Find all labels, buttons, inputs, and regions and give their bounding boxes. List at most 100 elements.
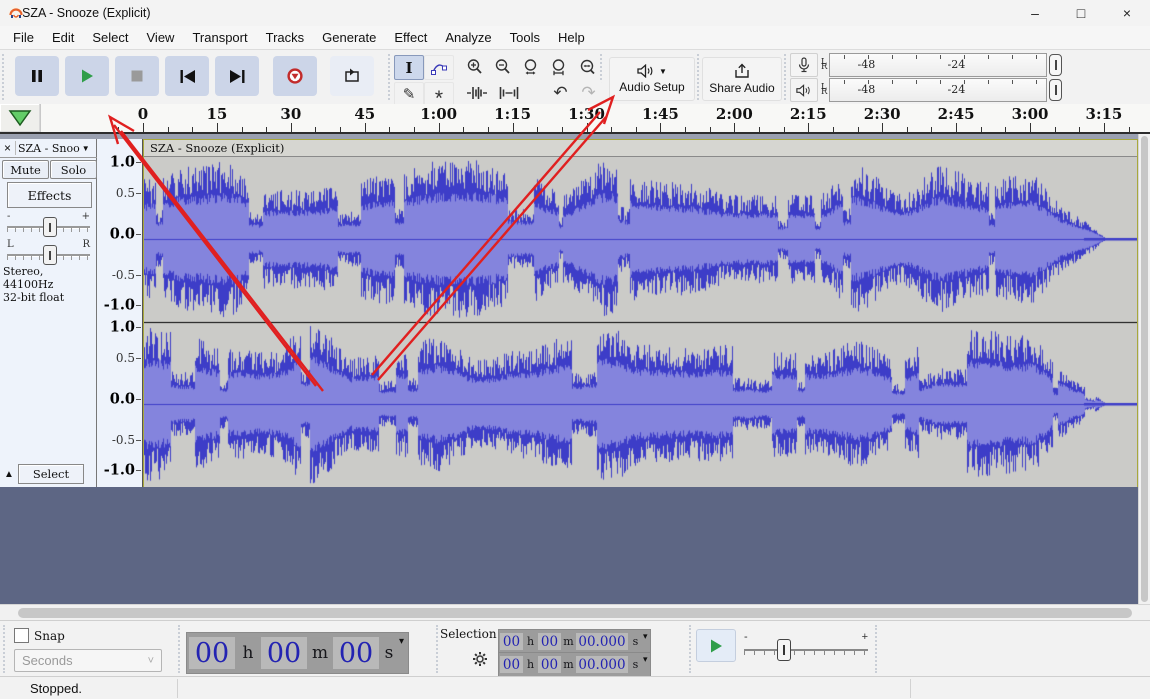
selection-start-field[interactable]: 00 h 00 m 00.000 s ▾ [498,629,651,654]
vertical-scrollbar-thumb[interactable] [1141,136,1148,602]
stop-button[interactable] [115,56,159,96]
fit-project-button[interactable] [573,55,600,78]
sel-start-seconds[interactable]: 00.000 [576,633,628,650]
horizontal-scrollbar[interactable] [0,604,1150,621]
envelope-tool-button[interactable] [424,55,454,80]
mute-button[interactable]: Mute [2,160,49,179]
sel-end-minutes[interactable]: 00 [538,656,561,673]
toolbar-grip[interactable] [784,54,789,100]
play-button[interactable] [65,56,109,96]
playback-meter[interactable]: LR -48 -24 [790,78,1068,102]
close-button[interactable]: × [1104,0,1150,26]
gear-icon[interactable] [472,651,488,667]
position-hours[interactable]: 00 [189,637,235,669]
toolbar-grip[interactable] [689,625,694,673]
playback-meter-bar[interactable]: -48 -24 [829,78,1047,102]
position-seconds[interactable]: 00 [333,637,379,669]
playback-speed-slider[interactable]: -+ [744,631,868,661]
audio-setup-button[interactable]: ▼ Audio Setup [609,57,695,101]
speed-slider-thumb[interactable] [777,639,791,661]
trim-audio-button[interactable] [461,81,492,104]
gain-slider[interactable]: -+ [7,213,90,239]
solo-button[interactable]: Solo [50,160,97,179]
snap-mode-select[interactable]: Seconds ˅ [14,649,162,672]
toolbar-grip[interactable] [388,54,393,100]
ruler-tick [488,127,489,132]
track-depth-label: 32-bit float [3,291,96,304]
clip-title-bar[interactable]: SZA - Snooze (Explicit) [144,140,1137,157]
selection-tool-button[interactable]: I [394,55,424,80]
caret-down-icon[interactable]: ▾ [643,654,648,665]
play-meter-button[interactable] [790,78,818,102]
sel-end-minutes-unit: m [561,656,576,673]
caret-down-icon[interactable]: ▾ [643,631,648,642]
sel-start-minutes[interactable]: 00 [538,633,561,650]
redo-button[interactable]: ↷ [575,81,602,104]
zoom-toggle-button[interactable] [545,55,572,78]
toolbar-grip[interactable] [178,625,183,673]
sel-end-seconds[interactable]: 00.000 [576,656,628,673]
waveform-canvas[interactable] [144,157,1137,487]
recording-meter-bar[interactable]: -48 -24 [829,53,1047,77]
vertical-scrollbar[interactable] [1138,134,1150,604]
scale-label: -1.0 [104,462,135,479]
sel-end-hours[interactable]: 00 [500,656,523,673]
menu-tracks[interactable]: Tracks [257,27,314,48]
menu-select[interactable]: Select [83,27,137,48]
recording-meter-handle[interactable] [1049,54,1062,76]
skip-to-end-button[interactable] [215,56,259,96]
play-at-speed-button[interactable] [696,629,736,662]
menu-view[interactable]: View [138,27,184,48]
collapse-track-button[interactable]: ▲ [0,469,18,480]
zoom-selection-button[interactable] [517,55,544,78]
menu-help[interactable]: Help [549,27,594,48]
pan-slider-thumb[interactable] [43,245,57,265]
selection-end-field[interactable]: 00 h 00 m 00.000 s ▾ [498,652,651,677]
speed-minus-label: - [744,631,748,643]
menu-effect[interactable]: Effect [385,27,436,48]
skip-to-start-button[interactable] [165,56,209,96]
toolbar-grip[interactable] [875,625,880,673]
track-name[interactable]: SZA - Snoo [18,142,80,155]
effects-button[interactable]: Effects [7,182,92,208]
track-menu-caret-icon[interactable]: ▼ [82,144,90,153]
zoom-in-button[interactable] [461,55,488,78]
undo-button[interactable]: ↶ [547,81,574,104]
track-close-button[interactable]: × [0,141,16,155]
position-seconds-unit: s [379,637,399,669]
menu-generate[interactable]: Generate [313,27,385,48]
menu-edit[interactable]: Edit [43,27,83,48]
zoom-out-button[interactable] [489,55,516,78]
toolbar-grip[interactable] [2,54,7,100]
minimize-button[interactable]: – [1012,0,1058,26]
maximize-button[interactable]: □ [1058,0,1104,26]
silence-audio-button[interactable] [493,81,524,104]
menu-transport[interactable]: Transport [183,27,256,48]
snap-checkbox[interactable] [14,628,29,643]
timeline-ruler[interactable]: 01530451:001:151:301:452:002:152:302:453… [0,104,1150,134]
empty-track-space[interactable] [0,487,1150,604]
audio-position-display[interactable]: 00 h 00 m 00 s ▾ [186,632,409,674]
select-track-button[interactable]: Select [18,464,84,484]
pause-button[interactable] [15,56,59,96]
pan-slider[interactable]: LR [7,241,90,267]
horizontal-scrollbar-thumb[interactable] [18,608,1132,618]
menu-file[interactable]: File [4,27,43,48]
position-minutes[interactable]: 00 [261,637,307,669]
toolbar-grip[interactable] [3,625,8,673]
sel-start-hours[interactable]: 00 [500,633,523,650]
audio-clip[interactable]: SZA - Snooze (Explicit) [143,139,1138,487]
loop-button[interactable] [330,56,374,96]
record-button[interactable] [273,56,317,96]
caret-down-icon[interactable]: ▾ [399,636,404,647]
vertical-scale-ruler[interactable]: 1.00.50.0-0.5-1.01.00.50.0-0.5-1.0 [97,139,143,487]
menu-analyze[interactable]: Analyze [436,27,500,48]
share-audio-button[interactable]: Share Audio [702,57,782,101]
record-meter-button[interactable] [790,53,818,77]
gain-slider-thumb[interactable] [43,217,57,237]
menu-tools[interactable]: Tools [501,27,549,48]
recording-meter[interactable]: LR -48 -24 [790,53,1068,77]
playback-meter-handle[interactable] [1049,79,1062,101]
pencil-icon: ✎ [403,87,416,102]
timeline-scale[interactable]: 01530451:001:151:301:452:002:152:302:453… [0,104,1150,132]
